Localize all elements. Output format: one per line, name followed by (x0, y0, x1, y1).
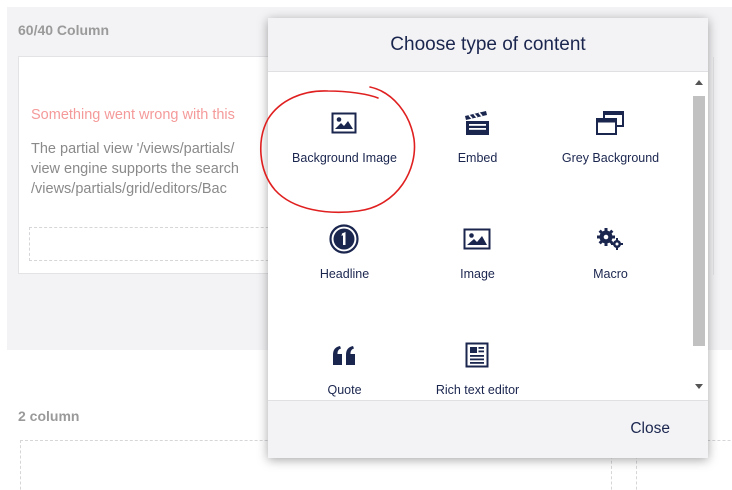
content-type-label: Quote (327, 383, 362, 397)
content-type-label: Embed (457, 151, 498, 165)
content-type-label: Background Image (292, 151, 397, 165)
gears-icon (595, 224, 625, 254)
content-type-label: Rich text editor (435, 383, 520, 397)
add-content-placeholder[interactable] (29, 227, 309, 261)
content-type-list: Background Image Embed Grey Background H… (268, 72, 708, 400)
content-type-image[interactable]: Image (411, 214, 544, 304)
quote-icon (329, 340, 359, 370)
content-type-label: Macro (593, 267, 628, 281)
content-type-macro[interactable]: Macro (544, 214, 677, 304)
dialog-header: Choose type of content (268, 18, 708, 72)
picture-icon (462, 224, 492, 254)
error-line: The partial view '/views/partials/ (31, 141, 235, 157)
choose-content-dialog: Choose type of content Background Image … (268, 18, 708, 458)
content-type-label: Headline (319, 267, 370, 281)
content-type-label: Grey Background (561, 151, 660, 165)
section-title-2-column: 2 column (18, 408, 80, 424)
scrollbar-thumb[interactable] (693, 96, 705, 346)
newspaper-icon (462, 340, 492, 370)
picture-icon (329, 108, 359, 138)
windows-icon (595, 108, 625, 138)
error-line: /views/partials/grid/editors/Bac (31, 181, 227, 197)
error-message: The partial view '/views/partials/ view … (31, 139, 239, 199)
dialog-footer: Close (268, 400, 708, 458)
scroll-down-arrow-icon[interactable] (695, 384, 703, 389)
scroll-up-arrow-icon[interactable] (695, 80, 703, 85)
movie-clapper-icon (462, 108, 492, 138)
dialog-scrollbar[interactable] (692, 80, 706, 392)
content-type-background-image[interactable]: Background Image (278, 98, 411, 188)
content-type-quote[interactable]: Quote (278, 330, 411, 400)
content-type-headline[interactable]: Headline (278, 214, 411, 304)
error-title: Something went wrong with this (31, 107, 235, 123)
circle-one-icon (329, 224, 359, 254)
close-button[interactable]: Close (630, 420, 670, 438)
content-type-rich-text-editor[interactable]: Rich text editor (411, 330, 544, 400)
dialog-title: Choose type of content (390, 33, 586, 55)
section-title-60-40: 60/40 Column (18, 22, 110, 38)
content-type-embed[interactable]: Embed (411, 98, 544, 188)
error-line: view engine supports the search (31, 161, 239, 177)
content-type-grey-background[interactable]: Grey Background (544, 98, 677, 188)
column-edge (708, 57, 714, 275)
content-type-label: Image (460, 267, 495, 281)
